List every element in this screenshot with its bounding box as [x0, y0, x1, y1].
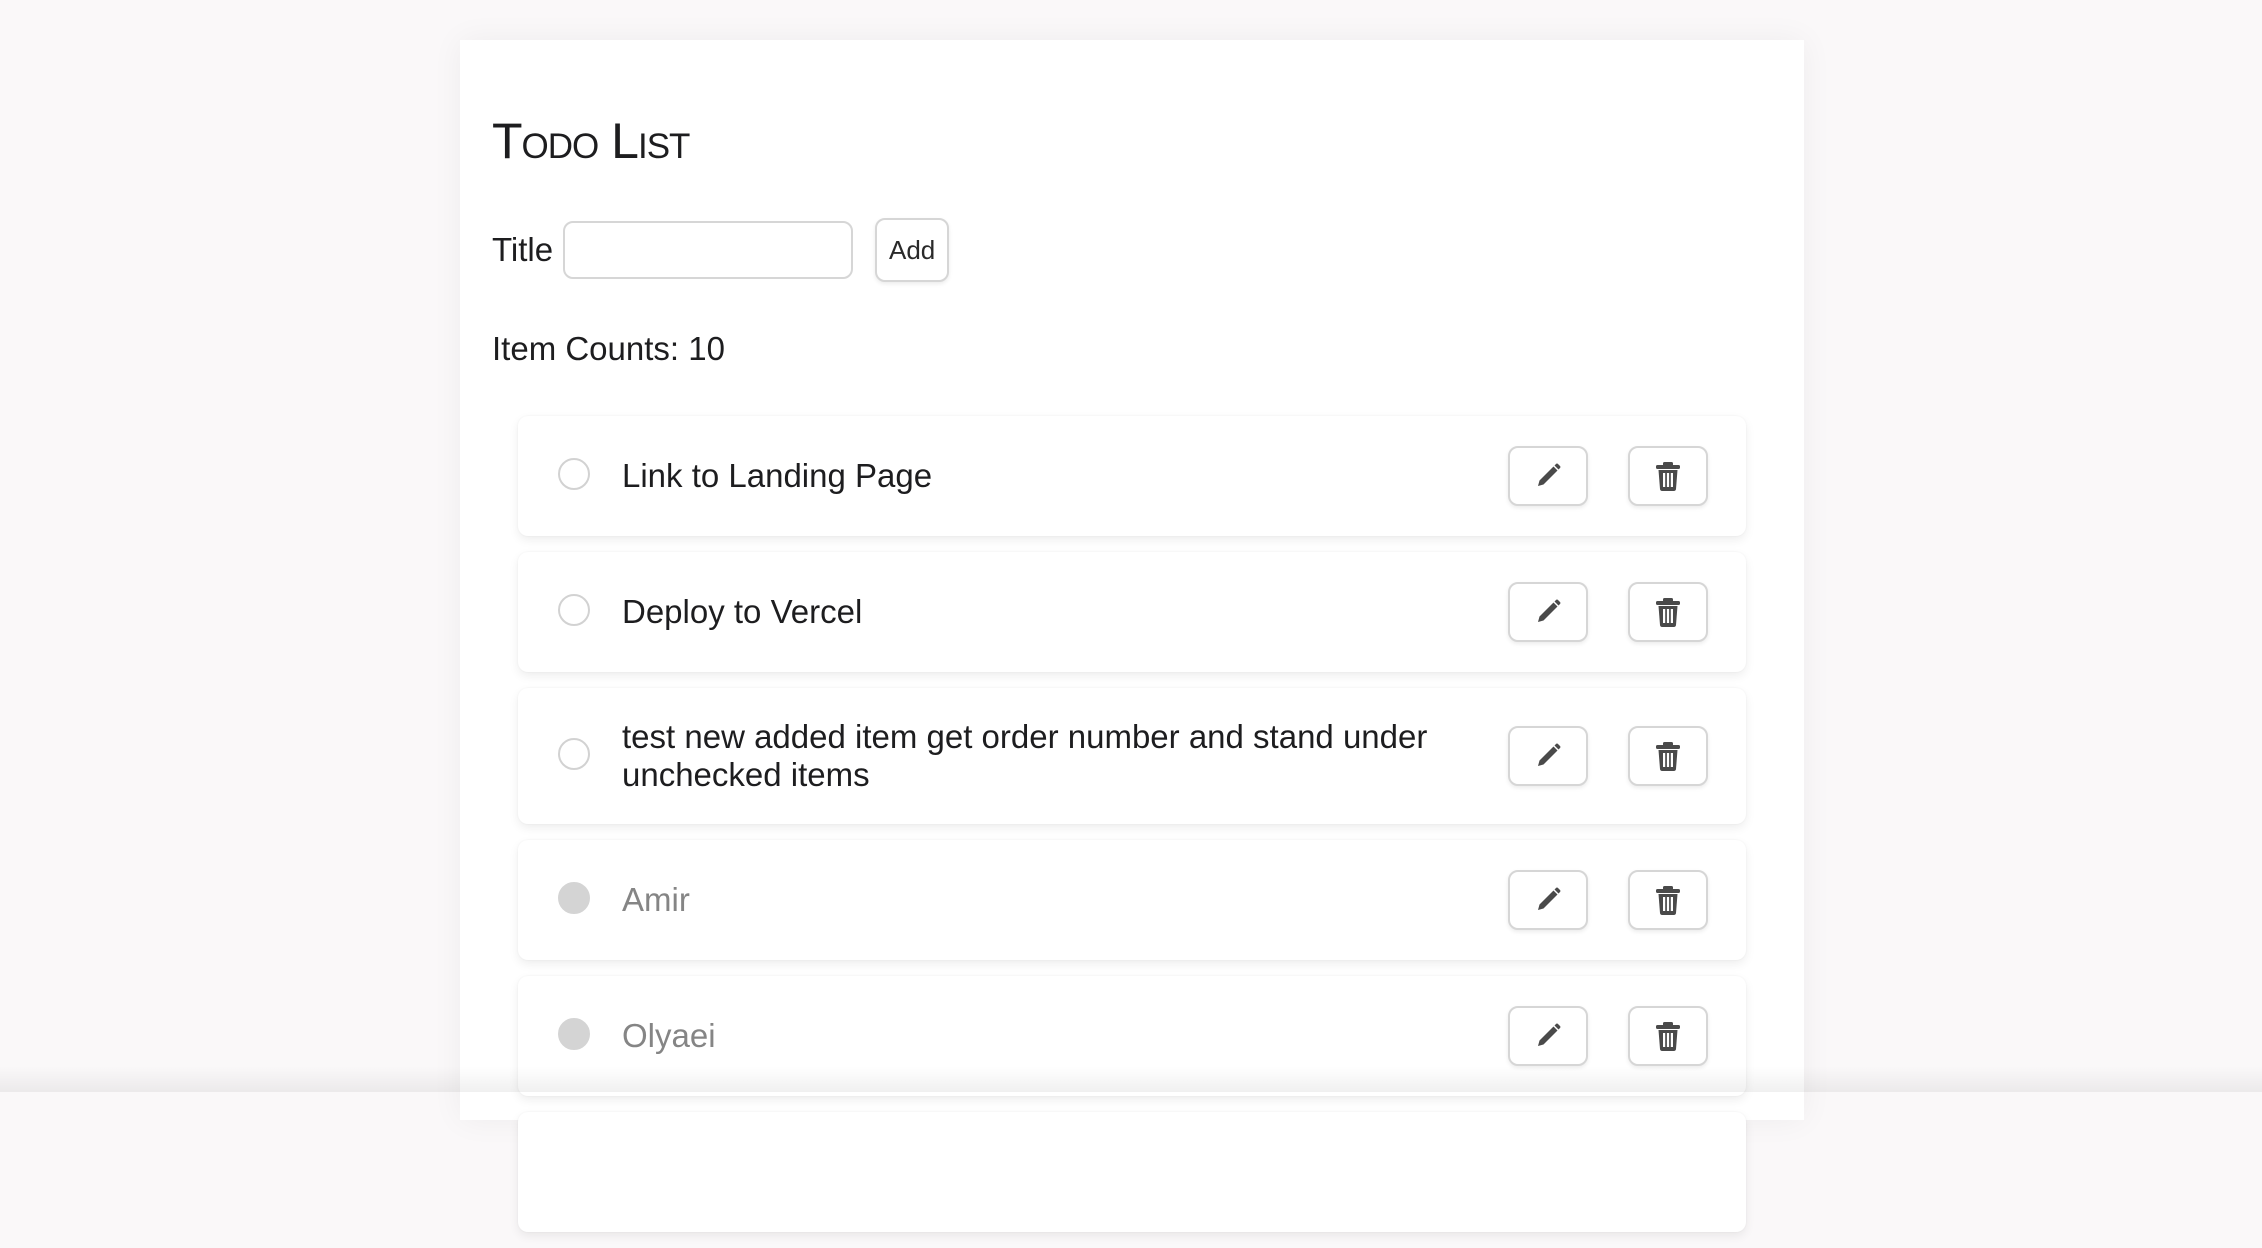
checkbox-circle-checked-icon[interactable] [558, 1018, 590, 1050]
todo-item-text: Olyaei [622, 1017, 1452, 1055]
trash-icon [1654, 740, 1682, 772]
todo-item-text: test new added item get order number and… [622, 718, 1452, 794]
checkbox-circle-icon[interactable] [558, 594, 590, 626]
trash-icon [1654, 884, 1682, 916]
pencil-icon [1532, 740, 1564, 772]
delete-button[interactable] [1628, 582, 1708, 642]
todo-item: Deploy to Vercel [518, 552, 1746, 672]
todo-item: Olyaei [518, 976, 1746, 1096]
edit-button[interactable] [1508, 870, 1588, 930]
todo-item-text: Link to Landing Page [622, 457, 1452, 495]
checkbox-circle-icon[interactable] [558, 458, 590, 490]
todo-item: Amir [518, 840, 1746, 960]
item-actions [1508, 726, 1708, 786]
todo-item: Link to Landing Page [518, 416, 1746, 536]
add-todo-form: Title Add [492, 218, 949, 282]
todo-item-text: Deploy to Vercel [622, 593, 1452, 631]
add-button[interactable]: Add [875, 218, 949, 282]
edit-button[interactable] [1508, 582, 1588, 642]
todo-item-text: Amir [622, 881, 1452, 919]
title-label: Title [492, 231, 553, 269]
trash-icon [1654, 596, 1682, 628]
item-count: Item Counts: 10 [492, 330, 725, 368]
delete-button[interactable] [1628, 446, 1708, 506]
todo-item: test new added item get order number and… [518, 688, 1746, 824]
pencil-icon [1532, 460, 1564, 492]
delete-button[interactable] [1628, 1006, 1708, 1066]
todo-item-partial [518, 1112, 1746, 1232]
edit-button[interactable] [1508, 1006, 1588, 1066]
pencil-icon [1532, 596, 1564, 628]
title-input[interactable] [563, 221, 853, 279]
checkbox-circle-checked-icon[interactable] [558, 882, 590, 914]
delete-button[interactable] [1628, 870, 1708, 930]
delete-button[interactable] [1628, 726, 1708, 786]
trash-icon [1654, 1020, 1682, 1052]
todo-list: Link to Landing Page Deploy to Vercel [518, 416, 1746, 1248]
checkbox-circle-icon[interactable] [558, 738, 590, 770]
pencil-icon [1532, 1020, 1564, 1052]
trash-icon [1654, 460, 1682, 492]
page-title: Todo List [492, 116, 689, 166]
edit-button[interactable] [1508, 446, 1588, 506]
item-actions [1508, 1006, 1708, 1066]
pencil-icon [1532, 884, 1564, 916]
edit-button[interactable] [1508, 726, 1588, 786]
item-actions [1508, 446, 1708, 506]
item-actions [1508, 870, 1708, 930]
item-actions [1508, 582, 1708, 642]
todo-card: Todo List Title Add Item Counts: 10 Link… [460, 40, 1804, 1120]
